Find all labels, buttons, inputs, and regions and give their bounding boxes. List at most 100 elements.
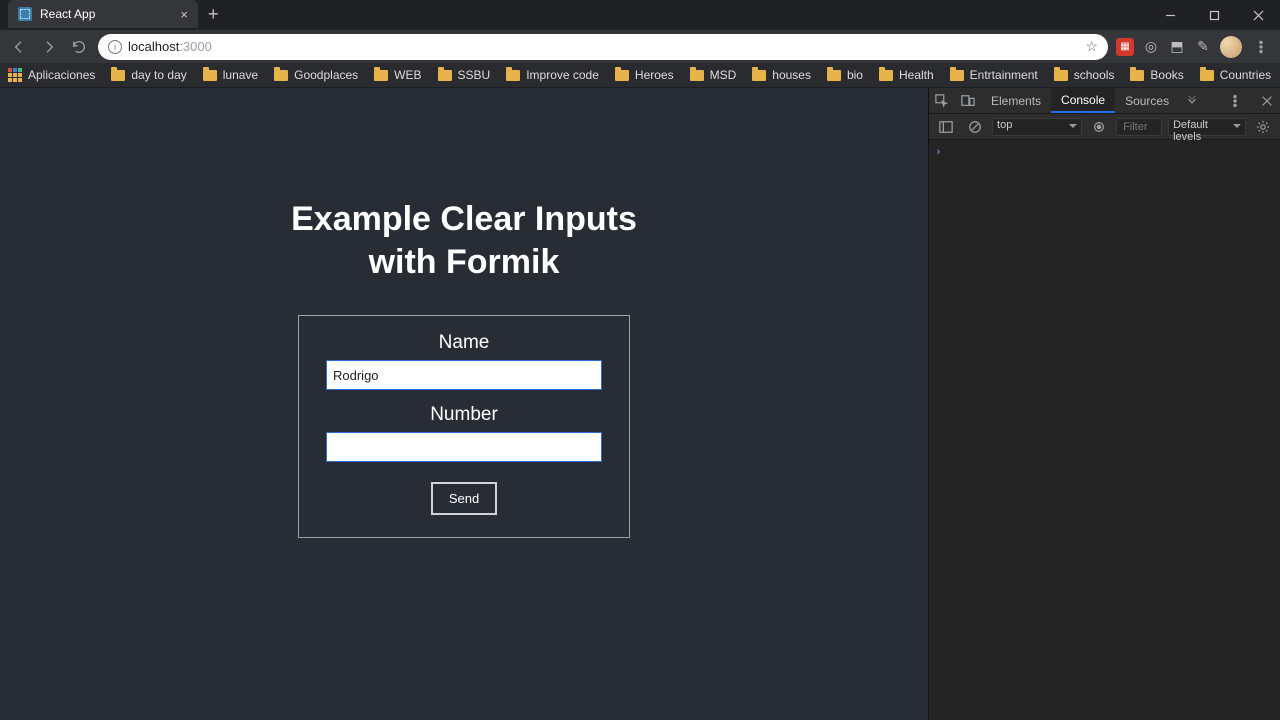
profile-avatar[interactable] [1220,36,1242,58]
bookmark-folder[interactable]: WEB [374,68,421,82]
chevron-down-icon [1233,124,1241,128]
url-path: :3000 [179,39,212,54]
close-window-button[interactable] [1236,0,1280,30]
extension-icon-3[interactable]: ⬒ [1168,38,1186,56]
tab-title: React App [40,7,172,21]
log-levels-selector[interactable]: Default levels [1168,118,1245,136]
bookmark-folder[interactable]: Goodplaces [274,68,358,82]
live-expression-icon[interactable] [1088,114,1111,139]
bookmark-folder[interactable]: Heroes [615,68,674,82]
bookmark-folder[interactable]: Books [1130,68,1183,82]
send-button[interactable]: Send [431,482,497,515]
folder-icon [1200,70,1214,81]
folder-icon [438,70,452,81]
bookmark-label: houses [772,68,811,82]
chevron-down-icon [1069,124,1077,128]
apps-launcher[interactable]: Aplicaciones [8,68,95,82]
browser-menu-button[interactable] [1250,36,1272,58]
bookmark-folder[interactable]: Entrtainment [950,68,1038,82]
device-toolbar-icon[interactable] [955,88,981,113]
browser-tab[interactable]: React App × [8,0,198,28]
workspace: Example Clear Inputs with Formik Name Nu… [0,88,1280,720]
bookmark-folder[interactable]: Countries [1200,68,1271,82]
devtools-close-icon[interactable] [1254,94,1280,108]
bookmark-folder[interactable]: MSD [690,68,737,82]
bookmark-label: MSD [710,68,737,82]
bookmark-label: WEB [394,68,421,82]
apps-grid-icon [8,68,22,82]
url-host: localhost [128,39,179,54]
bookmark-label: Goodplaces [294,68,358,82]
tab-console[interactable]: Console [1051,88,1115,113]
console-sidebar-toggle-icon[interactable] [935,114,958,139]
reload-button[interactable] [68,36,90,58]
bookmark-folder[interactable]: bio [827,68,863,82]
bookmark-label: schools [1074,68,1115,82]
close-tab-icon[interactable]: × [180,7,188,22]
bookmark-label: bio [847,68,863,82]
bookmark-label: Books [1150,68,1183,82]
bookmark-folder[interactable]: houses [752,68,811,82]
console-filter-input[interactable] [1116,118,1162,136]
bookmark-star-icon[interactable]: ☆ [1085,38,1098,55]
folder-icon [827,70,841,81]
console-toolbar: top Default levels [929,114,1280,140]
bookmark-folder[interactable]: day to day [111,68,186,82]
window-controls [1148,0,1280,30]
apps-label: Aplicaciones [28,68,95,82]
devtools-panel: Elements Console Sources top Default lev… [928,88,1280,720]
tab-elements[interactable]: Elements [981,88,1051,113]
context-value: top [997,119,1012,131]
folder-icon [274,70,288,81]
folder-icon [1130,70,1144,81]
console-body[interactable]: › [929,140,1280,720]
back-button[interactable] [8,36,30,58]
bookmark-label: SSBU [458,68,491,82]
bookmark-folder[interactable]: Health [879,68,934,82]
bookmark-label: Entrtainment [970,68,1038,82]
name-input[interactable] [326,360,602,390]
context-selector[interactable]: top [992,118,1082,136]
window-titlebar: React App × + [0,0,1280,30]
folder-icon [111,70,125,81]
folder-icon [615,70,629,81]
folder-icon [752,70,766,81]
folder-icon [1054,70,1068,81]
extension-icon-2[interactable]: ◎ [1142,38,1160,56]
levels-value: Default levels [1173,119,1208,143]
extension-icon[interactable]: ▦ [1116,38,1134,56]
console-settings-icon[interactable] [1252,114,1275,139]
bookmark-folder[interactable]: SSBU [438,68,491,82]
folder-icon [879,70,893,81]
devtools-tabbar: Elements Console Sources [929,88,1280,114]
number-input[interactable] [326,432,602,462]
label-name: Name [439,332,490,354]
toolbar: i localhost:3000 ☆ ▦ ◎ ⬒ ✎ [0,30,1280,63]
folder-icon [374,70,388,81]
clear-console-icon[interactable] [964,114,987,139]
inspect-element-icon[interactable] [929,88,955,113]
react-favicon [18,7,32,21]
extension-icon-4[interactable]: ✎ [1194,38,1212,56]
folder-icon [203,70,217,81]
tab-sources[interactable]: Sources [1115,88,1179,113]
folder-icon [950,70,964,81]
bookmark-folder[interactable]: lunave [203,68,258,82]
bookmark-label: Heroes [635,68,674,82]
site-info-icon[interactable]: i [108,40,122,54]
forward-button[interactable] [38,36,60,58]
new-tab-button[interactable]: + [198,0,229,29]
bookmark-label: Health [899,68,934,82]
maximize-button[interactable] [1192,0,1236,30]
more-tabs-icon[interactable] [1179,88,1205,113]
folder-icon [690,70,704,81]
bookmark-folder[interactable]: schools [1054,68,1115,82]
address-bar[interactable]: i localhost:3000 ☆ [98,34,1108,60]
bookmark-label: lunave [223,68,258,82]
minimize-button[interactable] [1148,0,1192,30]
bookmark-folder[interactable]: Improve code [506,68,599,82]
page-title: Example Clear Inputs with Formik [291,198,637,283]
devtools-menu-icon[interactable] [1222,94,1248,108]
page-viewport: Example Clear Inputs with Formik Name Nu… [0,88,928,720]
console-prompt-icon: › [935,147,942,159]
